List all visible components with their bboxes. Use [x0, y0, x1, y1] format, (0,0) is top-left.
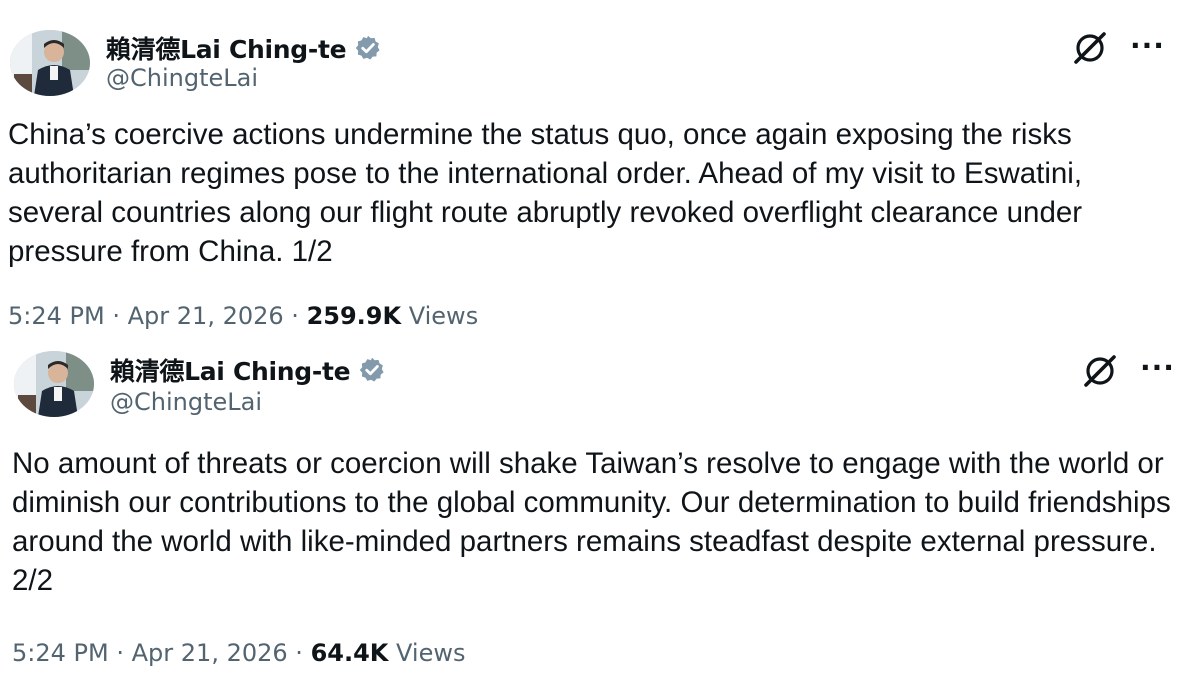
meta-separator: ·: [295, 639, 303, 667]
meta-separator: ·: [291, 302, 299, 330]
views-count: 64.4K: [310, 639, 389, 667]
grok-icon[interactable]: [1080, 351, 1120, 391]
profile-avatar[interactable]: [10, 30, 90, 96]
tweet-2[interactable]: 賴清德Lai Ching-te @ChingteLai ··· No amoun…: [0, 340, 1200, 675]
author-name-row: 賴清德Lai Ching-te: [106, 30, 382, 66]
tweet-time[interactable]: 5:24 PM: [12, 639, 109, 667]
author-handle[interactable]: @ChingteLai: [106, 64, 258, 92]
views-label: Views: [408, 302, 479, 330]
tweet-text: No amount of threats or coercion will sh…: [12, 447, 1171, 597]
avatar-photo: [14, 351, 94, 417]
meta-separator: ·: [112, 302, 120, 330]
verified-badge-icon[interactable]: [358, 356, 386, 384]
views-count: 259.9K: [306, 302, 402, 330]
author-name-row: 賴清德Lai Ching-te: [110, 352, 386, 388]
tweet-meta: 5:24 PM · Apr 21, 2026 · 64.4K Views: [12, 639, 466, 667]
tweet-date[interactable]: Apr 21, 2026: [128, 302, 284, 330]
author-display-name[interactable]: 賴清德Lai Ching-te: [110, 352, 351, 388]
avatar-photo: [10, 30, 90, 96]
tweet-1[interactable]: 賴清德Lai Ching-te @ChingteLai ··· China’s …: [0, 0, 1200, 340]
verified-badge-icon[interactable]: [354, 34, 382, 62]
tweet-text: China’s coercive actions undermine the s…: [8, 118, 1083, 268]
meta-separator: ·: [116, 639, 124, 667]
tweet-date[interactable]: Apr 21, 2026: [132, 639, 288, 667]
tweet-time[interactable]: 5:24 PM: [8, 302, 105, 330]
tweet-meta: 5:24 PM · Apr 21, 2026 · 259.9K Views: [8, 302, 478, 330]
more-options-icon[interactable]: ···: [1130, 32, 1170, 60]
profile-avatar[interactable]: [14, 351, 94, 417]
grok-icon[interactable]: [1070, 28, 1110, 68]
more-options-icon[interactable]: ···: [1140, 354, 1180, 382]
views-label: Views: [396, 639, 466, 667]
thread-screenshot: 賴清德Lai Ching-te @ChingteLai ··· China’s …: [0, 0, 1200, 675]
author-display-name[interactable]: 賴清德Lai Ching-te: [106, 30, 347, 66]
author-handle[interactable]: @ChingteLai: [110, 388, 262, 416]
